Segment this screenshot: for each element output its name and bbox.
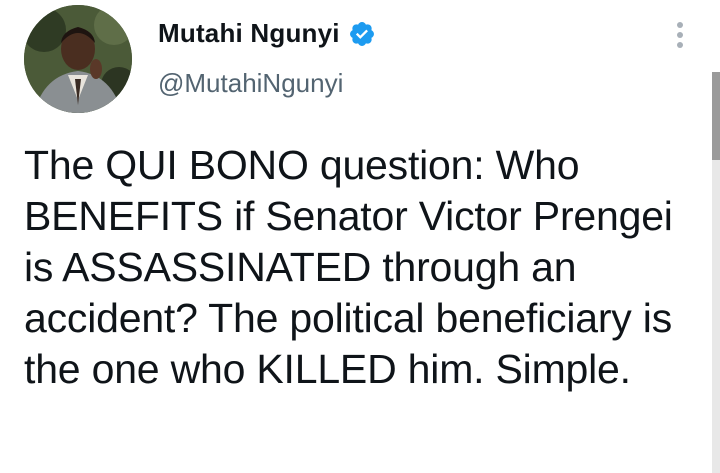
tweet-text: The QUI BONO question: Who BENEFITS if S…: [24, 142, 673, 392]
verified-badge-icon: [348, 20, 376, 48]
avatar[interactable]: [24, 5, 132, 113]
scrollbar[interactable]: [712, 72, 720, 473]
author-name-row[interactable]: Mutahi Ngunyi: [158, 18, 376, 49]
author-handle[interactable]: @MutahiNgunyi: [158, 68, 343, 99]
tweet-card: Mutahi Ngunyi @MutahiNgunyi The QUI BONO…: [0, 0, 720, 473]
author-display-name[interactable]: Mutahi Ngunyi: [158, 18, 340, 49]
scrollbar-thumb[interactable]: [712, 72, 720, 160]
more-options-icon[interactable]: [670, 22, 690, 58]
avatar-photo: [24, 5, 132, 113]
